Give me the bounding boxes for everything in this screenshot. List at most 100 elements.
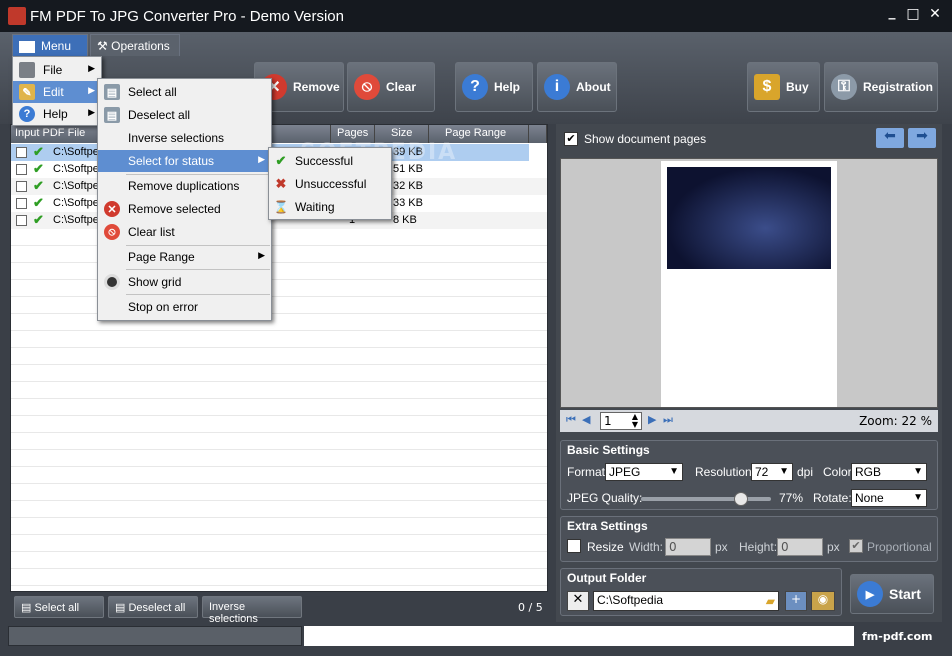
rotate-label: Rotate: [813,491,852,505]
about-button[interactable]: i About [537,62,617,112]
buy-button[interactable]: $ Buy [747,62,820,112]
last-page-icon[interactable]: ⏭ [663,413,673,427]
select-all-button[interactable]: ▤ Select all [14,596,104,618]
maximize-button[interactable]: □ [903,6,923,22]
prev-page-button[interactable]: ⬅ [876,128,904,148]
preview-nav: ⏮ ◀ 1 ▲ ▼ ▶ ⏭ Zoom: 22 % [560,410,938,432]
success-icon: ✔ [33,161,44,176]
menu-deselect-all[interactable]: ▤ Deselect all [98,104,271,126]
menu-show-grid[interactable]: Show grid [98,271,271,293]
format-select[interactable]: JPEG ▼ [605,463,683,481]
color-select[interactable]: RGB ▼ [851,463,927,481]
menu-unsuccessful[interactable]: ✖ Unsuccessful [269,173,391,195]
next-page-button[interactable]: ➡ [908,128,936,148]
folder-icon[interactable]: ▰ [766,594,775,608]
select-all-menu-label: Select all [128,85,177,99]
preview-area [560,158,938,408]
output-folder-input[interactable]: C:\Softpedia ▰ [593,591,779,611]
row-checkbox[interactable] [16,181,27,192]
select-all-icon: ▤ [21,602,32,614]
status-menu: ✔ Successful ✖ Unsuccessful ⌛ Waiting [268,147,392,220]
row-checkbox[interactable] [16,215,27,226]
row-file: C:\Softpe [53,163,99,175]
quality-slider[interactable] [641,492,771,506]
clear-icon: ⦸ [354,74,380,100]
show-pages-checkbox[interactable]: ✔ [564,132,578,146]
lock-icon: ⚿ [831,74,857,100]
menu-select-for-status[interactable]: Select for status ▶ [98,150,271,172]
submenu-arrow-icon: ▶ [88,63,95,73]
zoom-level: Zoom: 22 % [859,414,932,428]
menu-item-help[interactable]: ? Help ▶ [13,103,101,125]
menu-edit-label: Edit [43,85,64,99]
clear-button[interactable]: ⦸ Clear [347,62,435,112]
window-title: FM PDF To JPG Converter Pro - Demo Versi… [30,8,344,25]
title-bar: FM PDF To JPG Converter Pro - Demo Versi… [0,0,952,32]
list-bottom-bar: ▤ Select all ▤ Deselect all Inverse sele… [10,594,548,625]
menu-page-range[interactable]: Page Range ▶ [98,246,271,268]
tab-menu[interactable]: Menu ▼ [12,34,88,66]
remove-icon: ✕ [104,201,120,217]
deselect-all-button[interactable]: ▤ Deselect all [108,596,198,618]
row-checkbox[interactable] [16,164,27,175]
proportional-checkbox[interactable]: ✔ [849,539,863,553]
output-folder: Output Folder ✕ C:\Softpedia ▰ + ◉ [560,568,842,616]
clear-folder-button[interactable]: ✕ [567,591,589,611]
resize-checkbox[interactable] [567,539,581,553]
quality-value: 77% [779,491,804,505]
width-value: 0 [669,540,677,554]
inverse-selections-button[interactable]: Inverse selections [202,596,302,625]
waiting-label: Waiting [295,200,335,214]
menu-item-file[interactable]: File ▶ [13,59,101,81]
submenu-arrow-icon: ▶ [88,85,95,95]
menu-item-edit[interactable]: ✎ Edit ▶ [13,81,101,103]
file-count: 0 / 5 [518,601,543,614]
registration-button[interactable]: ⚿ Registration [824,62,938,112]
resolution-select[interactable]: 72 ▼ [751,463,793,481]
menu-successful[interactable]: ✔ Successful [269,150,391,172]
menu-remove-selected[interactable]: ✕ Remove selected [98,198,271,220]
registration-label: Registration [863,80,934,94]
start-label: Start [889,586,921,602]
help-icon: ? [19,106,35,122]
height-px: px [827,540,840,554]
close-button[interactable]: ✕ [925,6,945,22]
help-button[interactable]: ? Help [455,62,533,112]
quality-slider-thumb[interactable] [734,492,749,506]
next-page-icon[interactable]: ▶ [648,413,656,426]
minimize-button[interactable]: _ [882,4,902,20]
start-button[interactable]: ▶ Start [850,574,934,614]
menu-select-all[interactable]: ▤ Select all [98,81,271,103]
clear-list-label: Clear list [128,225,175,239]
menu-clear-list[interactable]: ⦸ Clear list [98,221,271,243]
chevron-down-icon: ▼ [779,466,789,477]
browse-folder-button[interactable]: ◉ [811,591,835,611]
prev-page-icon[interactable]: ◀ [582,413,590,426]
menu-stop-on-error[interactable]: Stop on error [98,296,271,318]
menu-waiting[interactable]: ⌛ Waiting [269,196,391,218]
extra-settings-title: Extra Settings [567,519,648,533]
grid-lines [11,229,547,591]
width-input[interactable]: 0 [665,538,711,556]
width-label: Width: [629,540,664,554]
menu-inverse-selections[interactable]: Inverse selections [98,127,271,149]
page-number-input[interactable]: 1 ▲ ▼ [600,412,642,430]
menu-remove-duplications[interactable]: Remove duplications [98,175,271,197]
select-all-icon: ▤ [104,84,120,100]
status-field [304,626,854,646]
height-input[interactable]: 0 [777,538,823,556]
page-range-label: Page Range [128,250,195,264]
select-status-label: Select for status [128,154,215,168]
row-checkbox[interactable] [16,147,27,158]
new-folder-button[interactable]: + [785,591,807,611]
play-icon: ▶ [857,581,883,607]
row-size: 33 KB [393,197,423,209]
row-file: C:\Softpe [53,146,99,158]
tab-operations[interactable]: ⚒ Operations [90,34,180,56]
info-icon: i [544,74,570,100]
resolution-label: Resolution: [695,465,756,479]
first-page-icon[interactable]: ⏮ [566,413,576,427]
about-label: About [576,80,611,94]
row-checkbox[interactable] [16,198,27,209]
rotate-select[interactable]: None ▼ [851,489,927,507]
